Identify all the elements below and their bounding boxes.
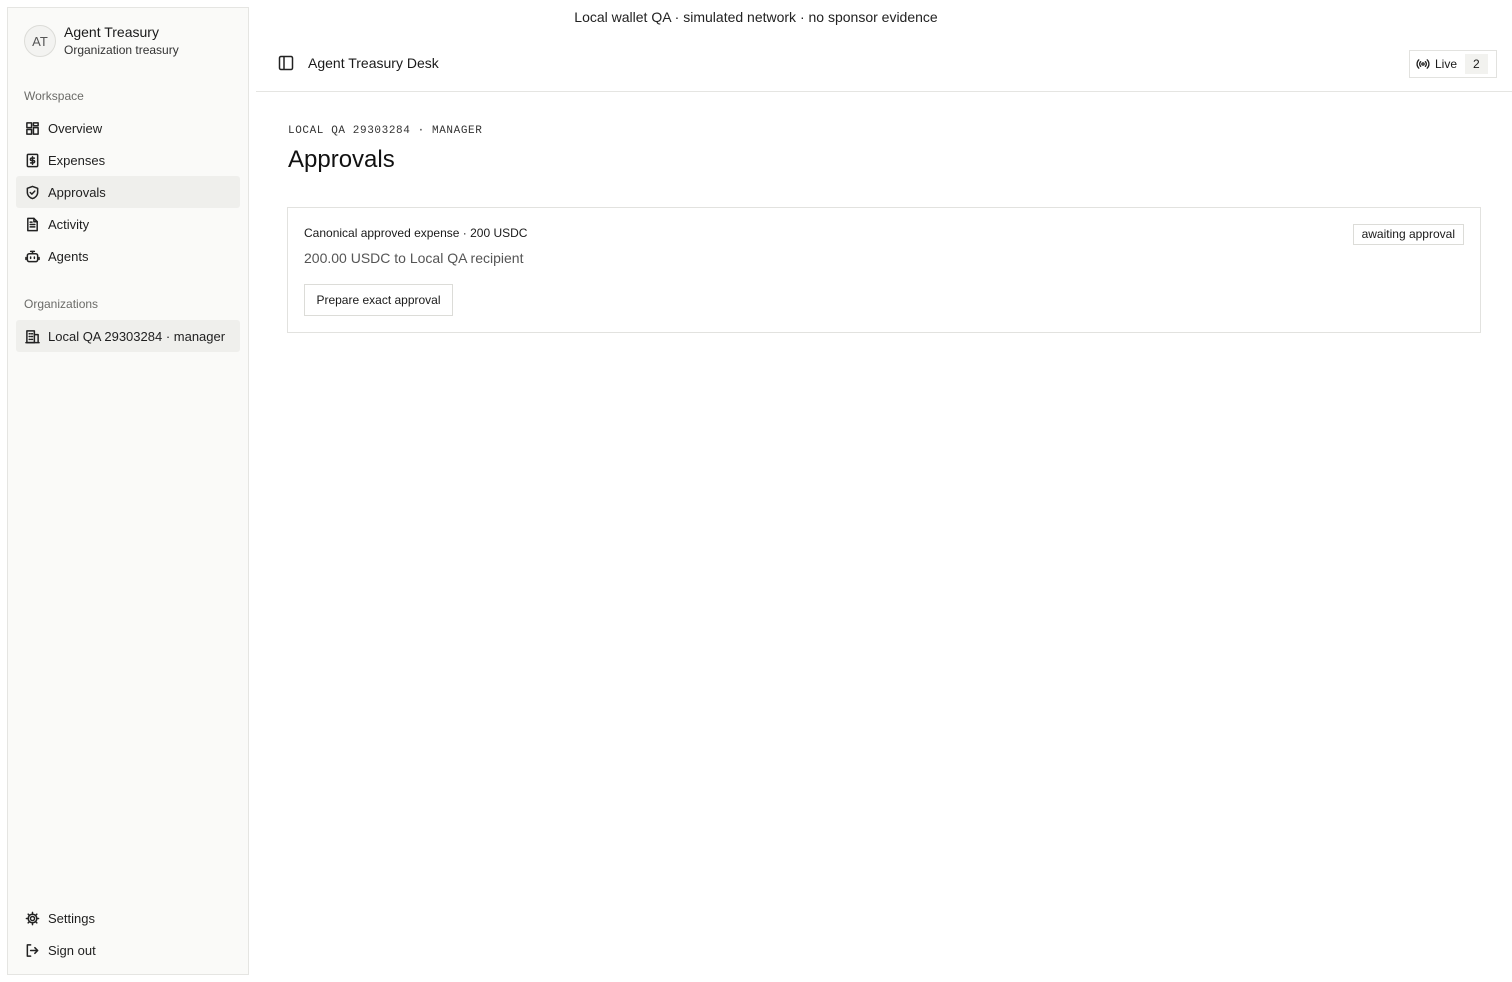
live-label: Live bbox=[1435, 57, 1458, 71]
status-badge: awaiting approval bbox=[1352, 224, 1464, 245]
top-bar: Agent Treasury Desk Live 2 bbox=[256, 36, 1512, 92]
page-title: Approvals bbox=[288, 146, 395, 173]
sidebar-item-label: Approvals bbox=[48, 184, 106, 200]
broadcast-icon bbox=[1416, 59, 1430, 69]
building-icon bbox=[24, 328, 40, 344]
live-indicator-button[interactable]: Live 2 bbox=[1409, 50, 1497, 78]
sign-out-icon bbox=[24, 942, 40, 958]
sidebar-item-label: Activity bbox=[48, 216, 90, 232]
sidebar-item-sign-out[interactable]: Sign out bbox=[16, 934, 240, 966]
receipt-icon bbox=[24, 152, 40, 168]
page-eyebrow: LOCAL QA 29303284 · MANAGER bbox=[288, 125, 483, 137]
brand-name: Agent Treasury bbox=[64, 24, 159, 40]
prepare-exact-approval-button[interactable]: Prepare exact approval bbox=[304, 284, 453, 316]
sidebar-item-label: Sign out bbox=[48, 942, 96, 958]
shield-check-icon bbox=[24, 184, 40, 200]
sidebar-item-label: Local QA 29303284 · manager bbox=[48, 328, 226, 344]
gear-icon bbox=[24, 910, 40, 926]
sidebar-item-organization[interactable]: Local QA 29303284 · manager bbox=[16, 320, 240, 352]
sidebar-toggle-icon[interactable] bbox=[278, 55, 294, 71]
brand[interactable]: AT Agent Treasury Organization treasury bbox=[24, 24, 179, 58]
live-count-badge: 2 bbox=[1465, 54, 1488, 74]
sidebar-item-agents[interactable]: Agents bbox=[16, 240, 240, 272]
brand-subtitle: Organization treasury bbox=[64, 43, 179, 57]
approval-subtitle: 200.00 USDC to Local QA recipient bbox=[304, 250, 524, 266]
organizations-section-label: Organizations bbox=[24, 297, 99, 311]
workspace-section-label: Workspace bbox=[24, 89, 84, 103]
sidebar-item-approvals[interactable]: Approvals bbox=[16, 176, 240, 208]
avatar: AT bbox=[24, 25, 56, 57]
sidebar-item-label: Agents bbox=[48, 248, 89, 264]
sidebar: AT Agent Treasury Organization treasury … bbox=[7, 7, 249, 975]
bot-icon bbox=[24, 248, 40, 264]
document-icon bbox=[24, 216, 40, 232]
sidebar-item-label: Settings bbox=[48, 910, 95, 926]
app-title: Agent Treasury Desk bbox=[308, 55, 439, 71]
sidebar-item-expenses[interactable]: Expenses bbox=[16, 144, 240, 176]
sidebar-item-settings[interactable]: Settings bbox=[16, 902, 240, 934]
approval-card: Canonical approved expense · 200 USDC 20… bbox=[287, 207, 1481, 333]
sidebar-item-overview[interactable]: Overview bbox=[16, 112, 240, 144]
sidebar-item-label: Overview bbox=[48, 120, 103, 136]
approval-title: Canonical approved expense · 200 USDC bbox=[304, 226, 528, 240]
grid-icon bbox=[24, 120, 40, 136]
sidebar-item-label: Expenses bbox=[48, 152, 106, 168]
sidebar-item-activity[interactable]: Activity bbox=[16, 208, 240, 240]
